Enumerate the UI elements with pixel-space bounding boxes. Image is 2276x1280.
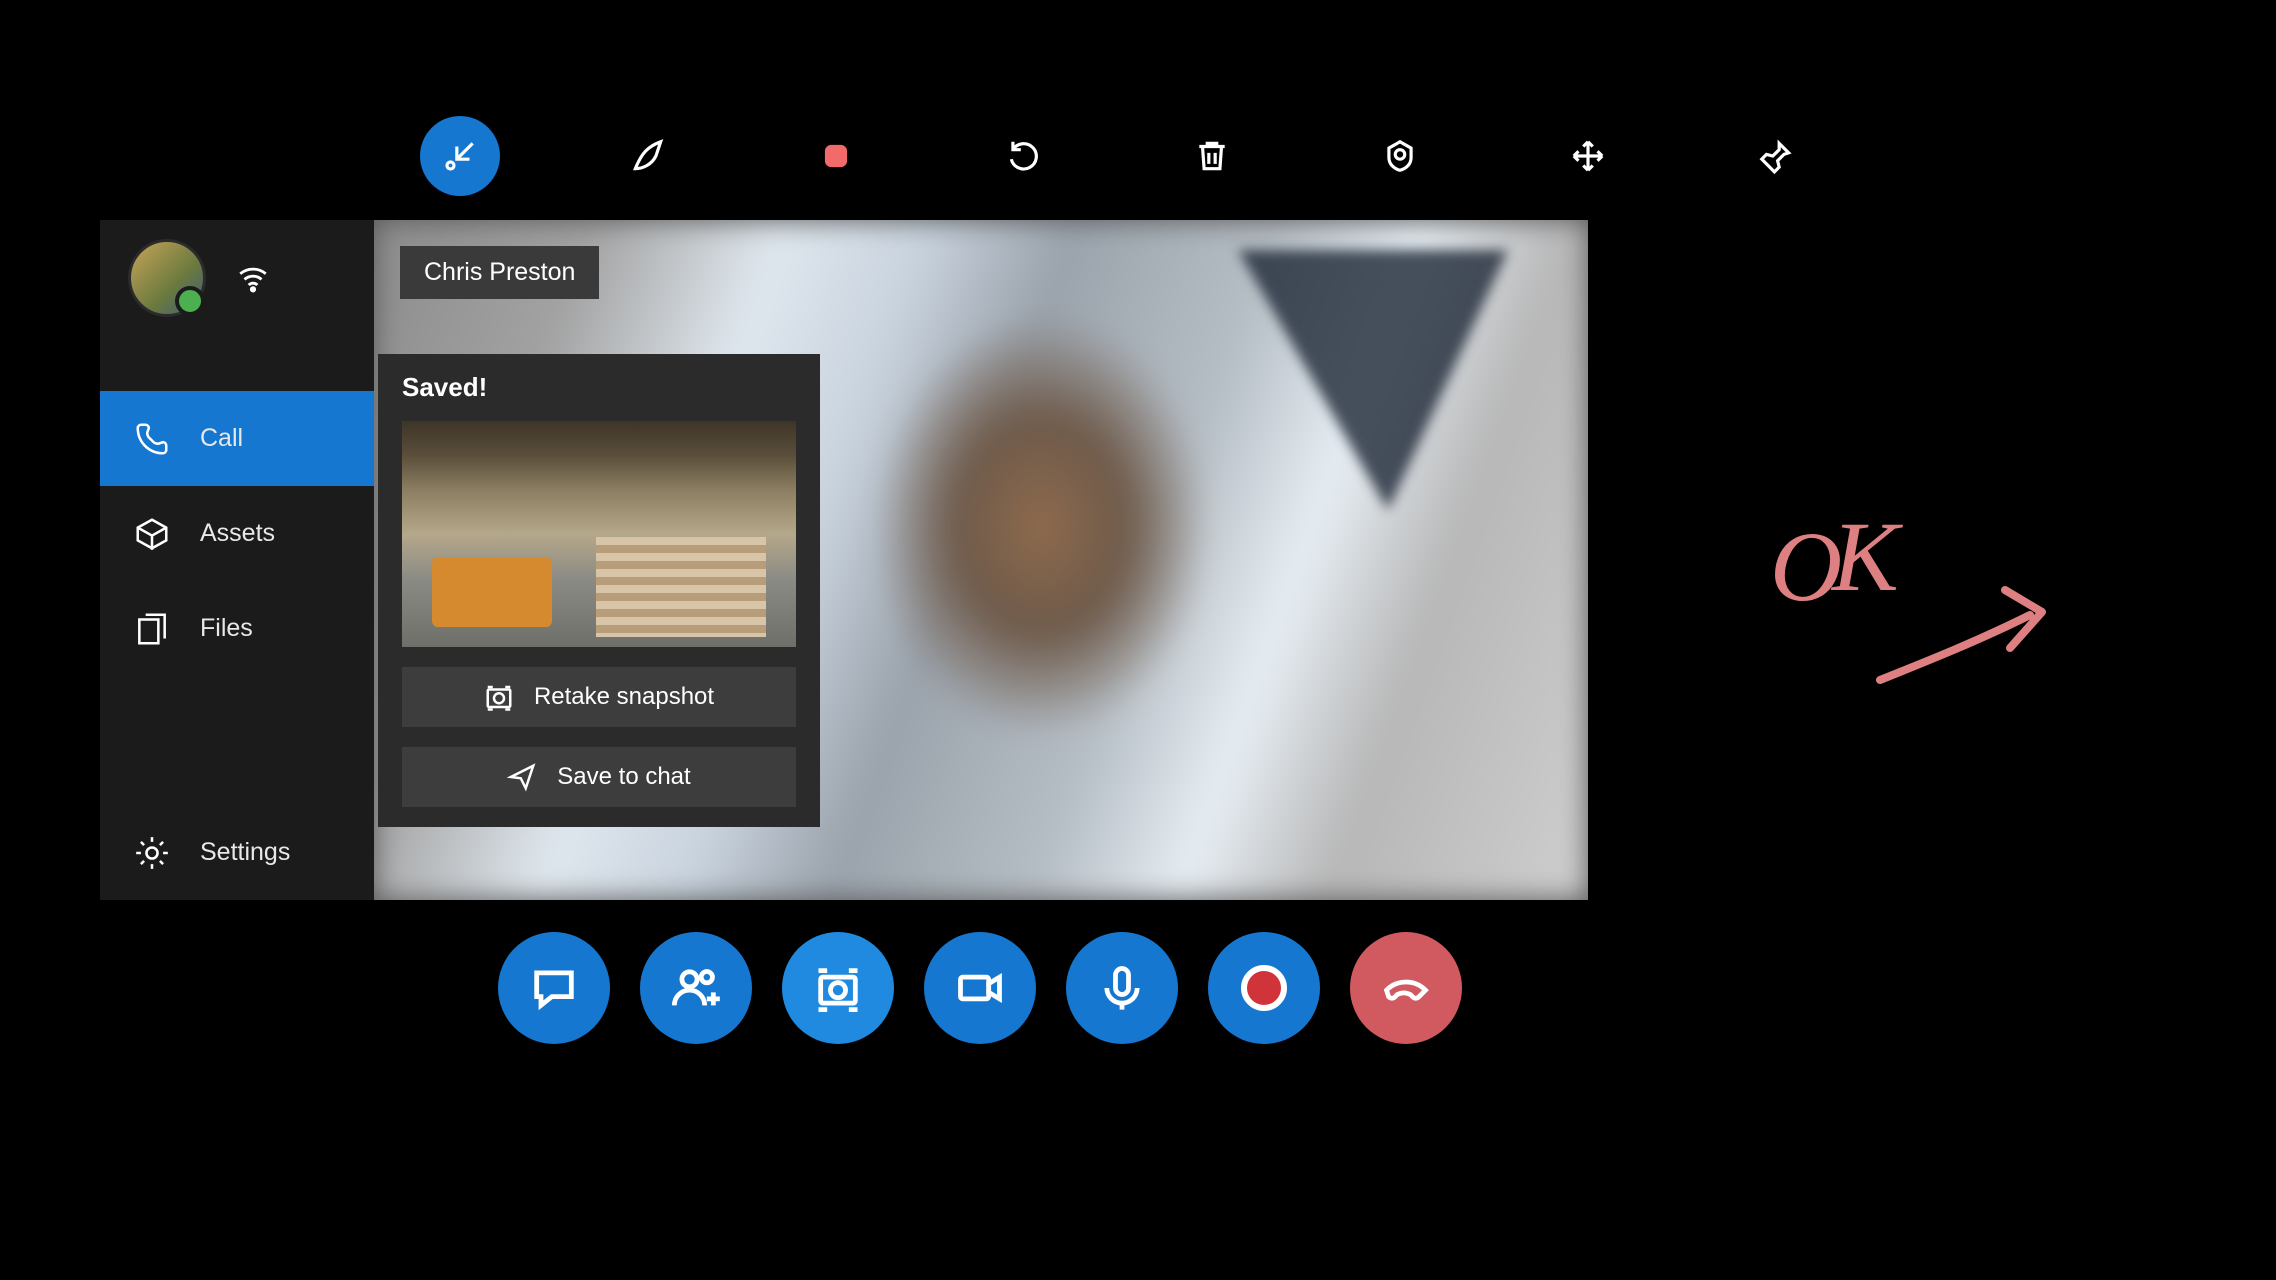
caller-name-text: Chris Preston (424, 258, 575, 286)
hangup-icon (1380, 962, 1432, 1014)
send-icon (507, 762, 537, 792)
add-people-button[interactable] (640, 932, 752, 1044)
sidebar-item-label: Files (200, 614, 253, 643)
sidebar-item-label: Call (200, 424, 243, 453)
pin-icon (1757, 137, 1795, 175)
ink-text: K (1830, 520, 1903, 612)
people-add-icon (670, 962, 722, 1014)
files-icon (132, 609, 172, 649)
collapse-button[interactable] (420, 116, 500, 196)
box-icon (132, 514, 172, 554)
snapshot-button[interactable] (782, 932, 894, 1044)
pen-icon (629, 137, 667, 175)
undo-button[interactable] (984, 116, 1064, 196)
sidebar-item-assets[interactable]: Assets (100, 486, 374, 581)
arrow-in-icon (441, 137, 479, 175)
caller-name-label: Chris Preston (400, 246, 599, 299)
retake-snapshot-button[interactable]: Retake snapshot (402, 667, 796, 727)
pin-button[interactable] (1736, 116, 1816, 196)
call-window: Call Assets Files Set (100, 220, 1588, 900)
mic-icon (1096, 962, 1148, 1014)
call-controls (498, 932, 1462, 1044)
phone-icon (132, 419, 172, 459)
record-icon (1241, 965, 1287, 1011)
undo-icon (1005, 137, 1043, 175)
camera-retake-icon (484, 682, 514, 712)
sidebar-item-call[interactable]: Call (100, 391, 374, 486)
annotate-button[interactable] (1360, 116, 1440, 196)
snapshot-thumbnail[interactable] (402, 421, 796, 647)
move-button[interactable] (1548, 116, 1628, 196)
sidebar: Call Assets Files Set (100, 220, 374, 900)
save-label: Save to chat (557, 763, 690, 791)
snapshot-panel: Saved! Retake snapshot Save to chat (378, 354, 820, 827)
sidebar-item-label: Settings (200, 838, 290, 867)
retake-label: Retake snapshot (534, 683, 714, 711)
hangup-button[interactable] (1350, 932, 1462, 1044)
wifi-icon (236, 261, 270, 295)
chat-icon (528, 962, 580, 1014)
target-icon (1381, 137, 1419, 175)
move-icon (1569, 137, 1607, 175)
square-icon (817, 137, 855, 175)
record-button[interactable] (1208, 932, 1320, 1044)
sidebar-item-settings[interactable]: Settings (100, 805, 374, 900)
mic-button[interactable] (1066, 932, 1178, 1044)
chat-button[interactable] (498, 932, 610, 1044)
save-to-chat-button[interactable]: Save to chat (402, 747, 796, 807)
sidebar-header (100, 220, 374, 336)
camera-snapshot-icon (812, 962, 864, 1014)
ink-annotation: O K (1770, 520, 2070, 690)
shape-button[interactable] (796, 116, 876, 196)
snapshot-status: Saved! (378, 354, 820, 421)
avatar[interactable] (128, 239, 206, 317)
sidebar-item-files[interactable]: Files (100, 581, 374, 676)
trash-icon (1193, 137, 1231, 175)
sidebar-item-label: Assets (200, 519, 275, 548)
delete-button[interactable] (1172, 116, 1252, 196)
ink-button[interactable] (608, 116, 688, 196)
video-icon (954, 962, 1006, 1014)
annotation-toolbar (420, 116, 1816, 196)
gear-icon (132, 833, 172, 873)
video-button[interactable] (924, 932, 1036, 1044)
